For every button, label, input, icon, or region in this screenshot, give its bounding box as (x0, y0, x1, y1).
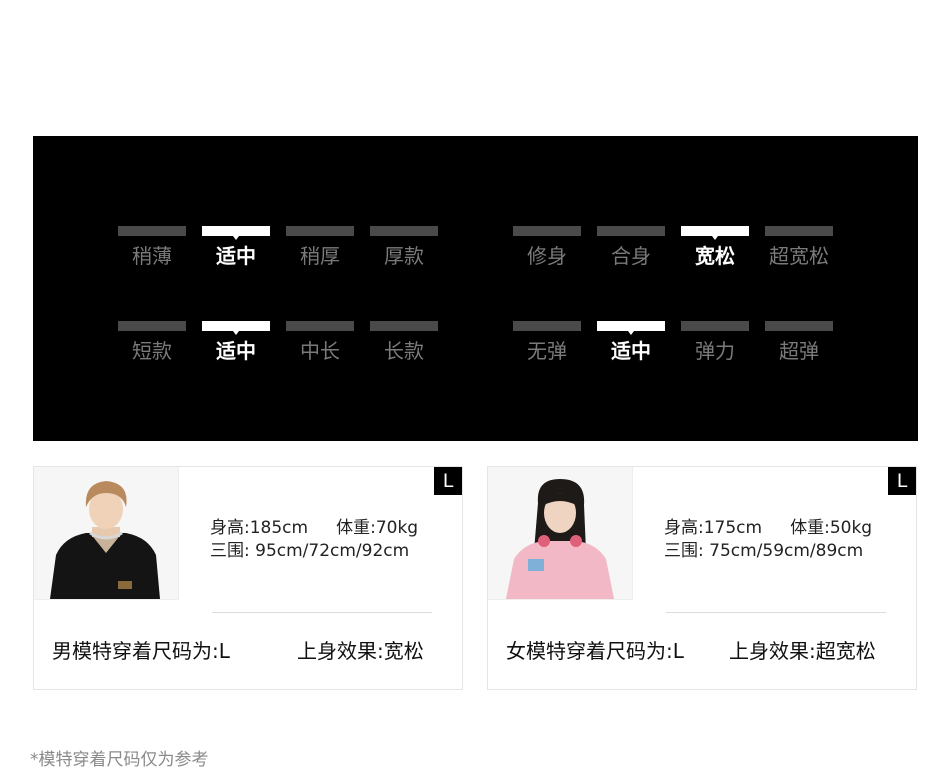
silhouette-option-label: 超宽松 (769, 244, 829, 268)
silhouette-scale: 修身 合身 宽松 超宽松 (513, 226, 833, 268)
elasticity-option-label: 无弹 (527, 339, 567, 363)
elasticity-option: 无弹 (513, 321, 581, 363)
male-model-effect-text: 上身效果:宽松 (297, 639, 424, 663)
model-measurements: 三围: 75cm/59cm/89cm (664, 541, 864, 561)
elasticity-option: 适中 (597, 321, 665, 363)
model-weight: 体重:70kg (336, 518, 419, 538)
elasticity-level-bar (765, 321, 833, 331)
length-option-label: 短款 (132, 339, 172, 363)
thickness-level-bar (370, 226, 438, 236)
length-option-label: 适中 (216, 339, 256, 363)
length-option-label: 中长 (300, 339, 340, 363)
thickness-option: 适中 (202, 226, 270, 268)
thickness-option-label: 稍薄 (132, 244, 172, 268)
length-scale: 短款 适中 中长 长款 (118, 321, 438, 363)
thickness-option: 厚款 (370, 226, 438, 268)
silhouette-option: 合身 (597, 226, 665, 268)
female-model-photo (488, 467, 633, 600)
silhouette-option-label: 宽松 (695, 244, 735, 268)
card-divider (212, 612, 432, 613)
length-level-bar (286, 321, 354, 331)
silhouette-level-bar (597, 226, 665, 236)
length-level-bar (202, 321, 270, 335)
silhouette-option: 宽松 (681, 226, 749, 268)
male-model-stats: 身高:185cm 体重:70kg 三围: 95cm/72cm/92cm (210, 517, 418, 563)
card-divider (666, 612, 886, 613)
size-reference-note: *模特穿着尺码仅为参考 (30, 750, 209, 770)
thickness-option-label: 厚款 (384, 244, 424, 268)
silhouette-option-label: 合身 (611, 244, 651, 268)
model-weight: 体重:50kg (790, 518, 873, 538)
length-option: 适中 (202, 321, 270, 363)
silhouette-level-bar (513, 226, 581, 236)
elasticity-level-bar (597, 321, 665, 335)
thickness-scale: 稍薄 适中 稍厚 厚款 (118, 226, 438, 268)
silhouette-level-bar (681, 226, 749, 240)
female-model-size-text: 女模特穿着尺码为:L (506, 639, 684, 663)
length-option: 中长 (286, 321, 354, 363)
elasticity-option: 超弹 (765, 321, 833, 363)
thickness-level-bar (118, 226, 186, 236)
length-level-bar (370, 321, 438, 331)
size-badge: L (888, 467, 916, 495)
female-model-effect-text: 上身效果:超宽松 (729, 639, 876, 663)
male-model-card: L 身高:185cm 体重:70kg 三围: 95cm/72cm/92cm 男模特… (33, 466, 463, 690)
male-model-size-text: 男模特穿着尺码为:L (52, 639, 230, 663)
silhouette-option: 修身 (513, 226, 581, 268)
length-option-label: 长款 (384, 339, 424, 363)
thickness-option: 稍厚 (286, 226, 354, 268)
elasticity-level-bar (513, 321, 581, 331)
model-height: 身高:175cm (664, 518, 763, 538)
thickness-option-label: 适中 (216, 244, 256, 268)
elasticity-level-bar (681, 321, 749, 331)
silhouette-option-label: 修身 (527, 244, 567, 268)
thickness-level-bar (202, 226, 270, 240)
elasticity-option: 弹力 (681, 321, 749, 363)
female-model-card: L 身高:175cm 体重:50kg 三围: 75cm/59cm/89cm 女模特… (487, 466, 917, 690)
elasticity-scale: 无弹 适中 弹力 超弹 (513, 321, 833, 363)
elasticity-option-label: 弹力 (695, 339, 735, 363)
length-option: 长款 (370, 321, 438, 363)
silhouette-option: 超宽松 (765, 226, 833, 268)
elasticity-option-label: 超弹 (779, 339, 819, 363)
model-measurements: 三围: 95cm/72cm/92cm (210, 541, 410, 561)
male-model-photo (34, 467, 179, 600)
female-model-stats: 身高:175cm 体重:50kg 三围: 75cm/59cm/89cm (664, 517, 872, 563)
elasticity-option-label: 适中 (611, 339, 651, 363)
fit-attributes-panel: 稍薄 适中 稍厚 厚款 修身 合身 宽松 超宽松 短款 适中 中长 长款 无弹 适中 弹力 超弹 (33, 136, 918, 441)
thickness-option: 稍薄 (118, 226, 186, 268)
thickness-option-label: 稍厚 (300, 244, 340, 268)
length-option: 短款 (118, 321, 186, 363)
size-badge: L (434, 467, 462, 495)
model-height: 身高:185cm (210, 518, 309, 538)
silhouette-level-bar (765, 226, 833, 236)
thickness-level-bar (286, 226, 354, 236)
length-level-bar (118, 321, 186, 331)
